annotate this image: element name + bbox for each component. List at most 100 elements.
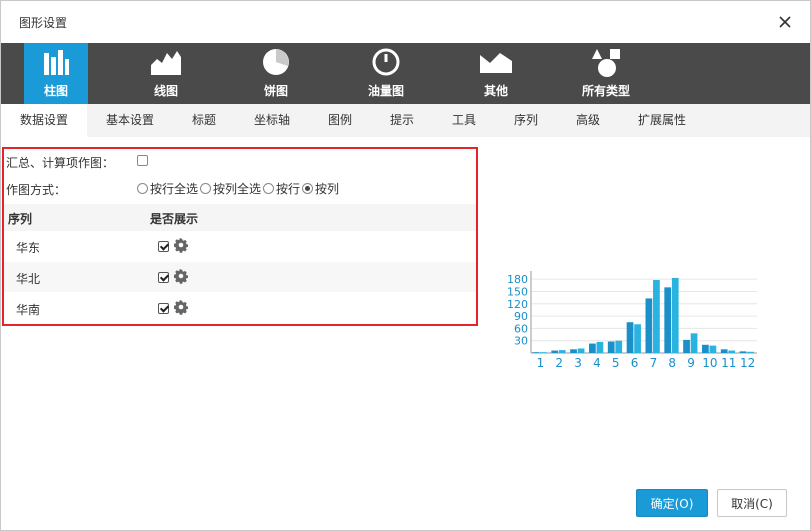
bar <box>540 352 547 353</box>
bar <box>532 352 540 353</box>
bar <box>683 339 690 353</box>
column-header-series: 序列 <box>8 212 33 226</box>
series-name: 华南 <box>16 303 41 317</box>
x-tick-label: 5 <box>612 356 620 370</box>
bar <box>570 349 577 353</box>
radio-label: 按列 <box>315 182 340 196</box>
radio-by-column[interactable]: 按列 <box>302 181 339 197</box>
y-tick-label: 180 <box>507 273 528 286</box>
tab-basic-settings[interactable]: 基本设置 <box>98 104 162 137</box>
x-tick-label: 4 <box>593 356 601 370</box>
column-header-shown: 是否展示 <box>150 212 199 226</box>
bar <box>607 341 615 353</box>
y-tick-label: 150 <box>507 285 528 298</box>
series-name: 华北 <box>16 272 41 286</box>
x-tick-label: 3 <box>574 356 582 370</box>
radio-label: 按行全选 <box>150 182 199 196</box>
tab-tooltip[interactable]: 提示 <box>379 104 425 137</box>
radio-button[interactable] <box>302 183 314 194</box>
x-tick-label: 1 <box>537 356 545 370</box>
bar <box>596 341 604 353</box>
x-tick-label: 6 <box>631 356 639 370</box>
y-tick-label: 90 <box>514 310 528 323</box>
ok-button[interactable]: 确定(O) <box>636 489 708 517</box>
chart-type-label: 油量图 <box>367 84 404 98</box>
bar <box>664 287 672 353</box>
series-name: 华东 <box>16 241 41 255</box>
bar <box>671 277 679 353</box>
chart-type-all[interactable]: 所有类型 <box>574 43 638 104</box>
bar <box>690 333 698 353</box>
x-tick-label: 12 <box>740 356 755 370</box>
gear-icon[interactable] <box>173 268 189 284</box>
tab-title[interactable]: 标题 <box>179 104 229 137</box>
bar <box>558 350 566 353</box>
radio-by-row[interactable]: 按行 <box>263 181 300 197</box>
chart-type-gauge[interactable]: 油量图 <box>354 43 418 104</box>
radio-button[interactable] <box>200 183 212 194</box>
mode-label: 作图方式： <box>6 183 67 197</box>
x-tick-label: 9 <box>687 356 695 370</box>
chart-type-label: 饼图 <box>263 84 288 98</box>
chart-preview: 30 60 90 120 150 180 1 2 3 4 5 6 7 8 9 10 11 12 <box>501 269 759 373</box>
tab-series[interactable]: 序列 <box>503 104 549 137</box>
x-tick-label: 10 <box>702 356 717 370</box>
bar <box>551 350 559 353</box>
chart-type-label: 所有类型 <box>581 84 630 98</box>
radio-button[interactable] <box>137 183 148 194</box>
x-tick-label: 7 <box>650 356 658 370</box>
gear-icon[interactable] <box>173 237 189 253</box>
summary-checkbox[interactable] <box>137 155 148 166</box>
cancel-button[interactable]: 取消(C) <box>717 489 787 517</box>
gear-icon[interactable] <box>173 299 189 315</box>
bar <box>720 349 728 353</box>
tab-extended-properties[interactable]: 扩展属性 <box>631 104 693 137</box>
bar <box>645 298 653 353</box>
y-tick-label: 30 <box>514 335 528 348</box>
settings-tab-bar: 数据设置 基本设置 标题 坐标轴 图例 提示 工具 序列 高级 扩展属性 <box>1 104 810 137</box>
chart-type-other[interactable]: 其他 <box>464 43 528 104</box>
tab-legend[interactable]: 图例 <box>316 104 364 137</box>
show-checkbox[interactable] <box>158 241 169 252</box>
bar <box>709 345 717 353</box>
mode-radio-group: 按行全选 按列全选 按行 按列 <box>137 181 341 197</box>
tab-advanced[interactable]: 高级 <box>565 104 611 137</box>
table-row: 华北 <box>4 262 476 293</box>
series-table: 序列 是否展示 华东 华北 华南 <box>4 204 476 324</box>
summary-label: 汇总、计算项作图： <box>6 156 115 170</box>
radio-button[interactable] <box>263 183 275 194</box>
bar <box>577 348 585 353</box>
bar <box>739 351 747 353</box>
chart-type-line[interactable]: 线图 <box>134 43 198 104</box>
tab-data-settings[interactable]: 数据设置 <box>1 104 87 137</box>
bar <box>634 324 641 353</box>
table-row: 华东 <box>4 231 476 262</box>
table-row: 华南 <box>4 293 476 324</box>
other-chart-icon <box>480 53 512 73</box>
tab-axis[interactable]: 坐标轴 <box>246 104 298 137</box>
data-settings-panel: 汇总、计算项作图： 作图方式： 按行全选 按列全选 按行 按列 序列 是否展示 … <box>2 147 478 326</box>
gauge-icon <box>372 48 400 76</box>
radio-column-select-all[interactable]: 按列全选 <box>200 181 261 197</box>
chart-type-bar[interactable]: 柱图 <box>24 43 88 104</box>
bar-chart-preview: 3060901201501801 2 3 4 5 6 7 8 9 10 11 12 <box>507 271 757 370</box>
tab-tools[interactable]: 工具 <box>441 104 487 137</box>
bar <box>615 340 623 353</box>
bar <box>728 350 736 353</box>
all-types-icon <box>592 49 620 77</box>
y-tick-label: 120 <box>507 298 528 311</box>
dialog-title: 图形设置 <box>19 16 68 30</box>
line-chart-icon <box>151 51 181 75</box>
radio-label: 按列全选 <box>213 182 262 196</box>
radio-row-select-all[interactable]: 按行全选 <box>137 181 198 197</box>
title-bar: 图形设置 <box>1 1 810 43</box>
show-checkbox[interactable] <box>158 303 169 314</box>
bar <box>747 351 754 353</box>
close-icon[interactable] <box>777 14 793 30</box>
chart-type-bar: 柱图 线图 饼图 油量图 其他 所有类型 <box>1 43 810 104</box>
show-checkbox[interactable] <box>158 272 169 283</box>
pie-chart-icon <box>263 49 289 75</box>
chart-type-pie[interactable]: 饼图 <box>244 43 308 104</box>
table-header: 序列 是否展示 <box>4 204 476 231</box>
x-tick-label: 8 <box>668 356 676 370</box>
